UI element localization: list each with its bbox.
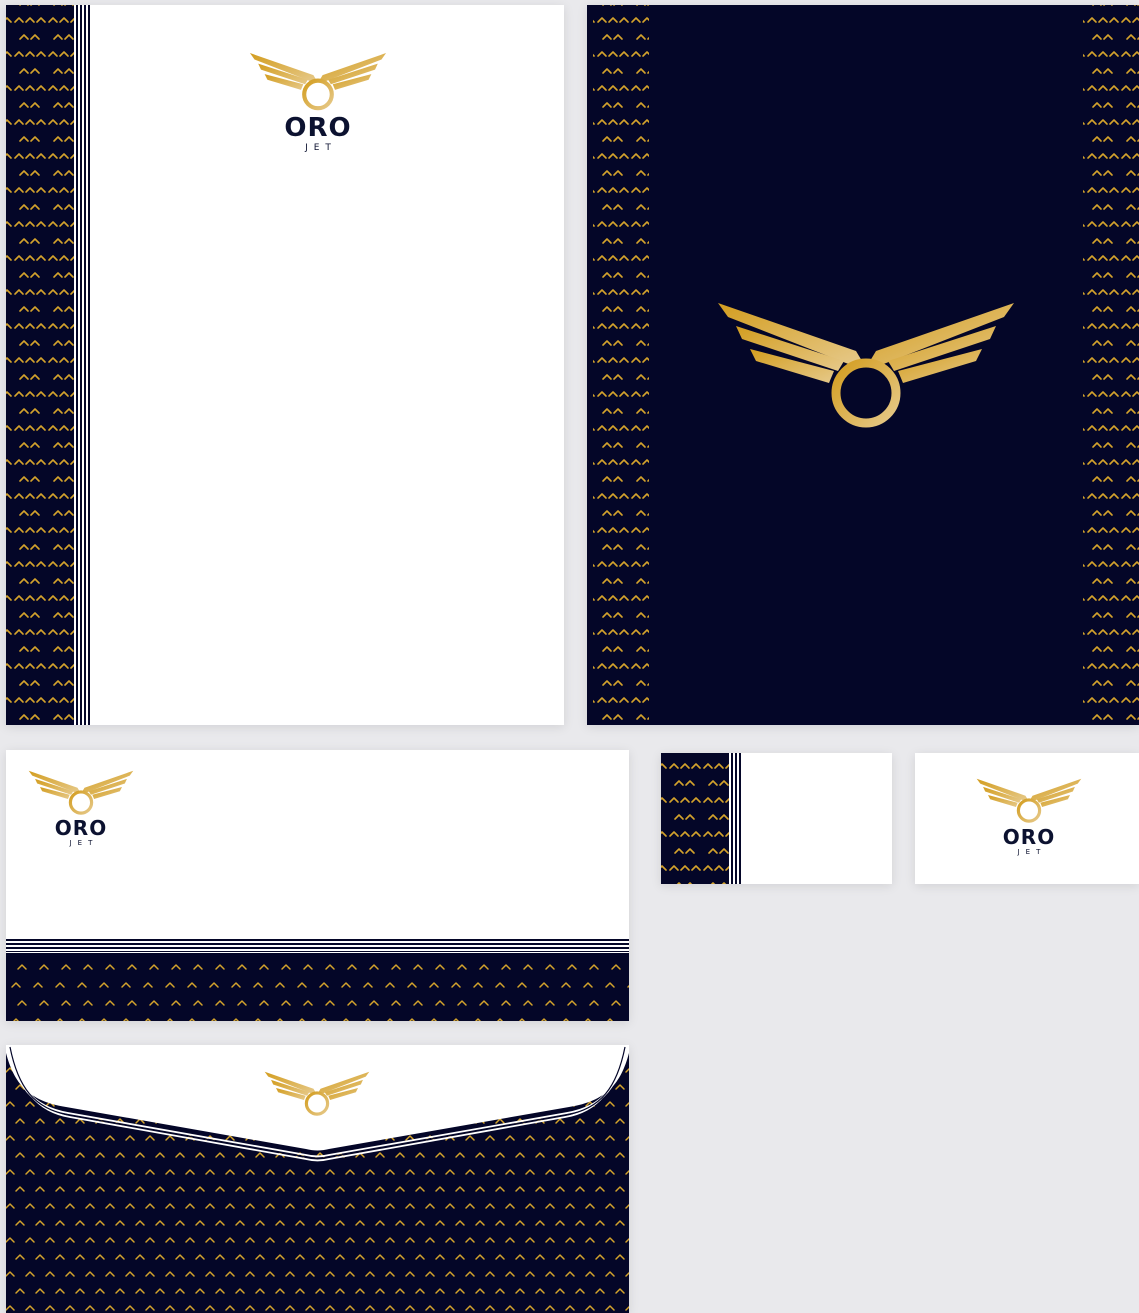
brand-wordmark: ORO JET <box>46 818 116 847</box>
brand-name: ORO <box>1002 825 1056 849</box>
cover-chevron-pattern-left <box>593 5 649 725</box>
brand-tagline: JET <box>69 839 99 847</box>
brand-tagline: JET <box>1017 848 1047 856</box>
brand-tagline: JET <box>305 143 337 153</box>
business-card-front: ORO JET <box>915 753 1139 884</box>
card-chevron-pattern <box>661 753 729 884</box>
letterhead: ORO JET <box>6 5 564 725</box>
brand-name: ORO <box>284 113 352 143</box>
brand-wordmark: ORO JET <box>995 827 1063 856</box>
slip-stripes <box>6 939 629 952</box>
card-stripes <box>731 753 743 884</box>
winged-ring-logo-icon <box>264 1071 370 1117</box>
folder-cover <box>587 5 1139 725</box>
winged-ring-logo-icon <box>714 301 1018 431</box>
cover-chevron-pattern-right <box>1083 5 1139 725</box>
letterhead-stripes <box>76 5 90 725</box>
winged-ring-logo-icon <box>976 778 1082 824</box>
business-card-back <box>661 753 892 884</box>
letterhead-chevron-pattern <box>6 5 74 725</box>
brand-wordmark: ORO JET <box>268 115 368 153</box>
brand-name: ORO <box>54 816 108 840</box>
winged-ring-logo-icon <box>28 770 134 816</box>
envelope <box>6 1045 629 1313</box>
slip-chevron-pattern <box>6 953 629 1021</box>
winged-ring-logo-icon <box>249 52 387 112</box>
compliment-slip: ORO JET <box>6 750 629 1021</box>
